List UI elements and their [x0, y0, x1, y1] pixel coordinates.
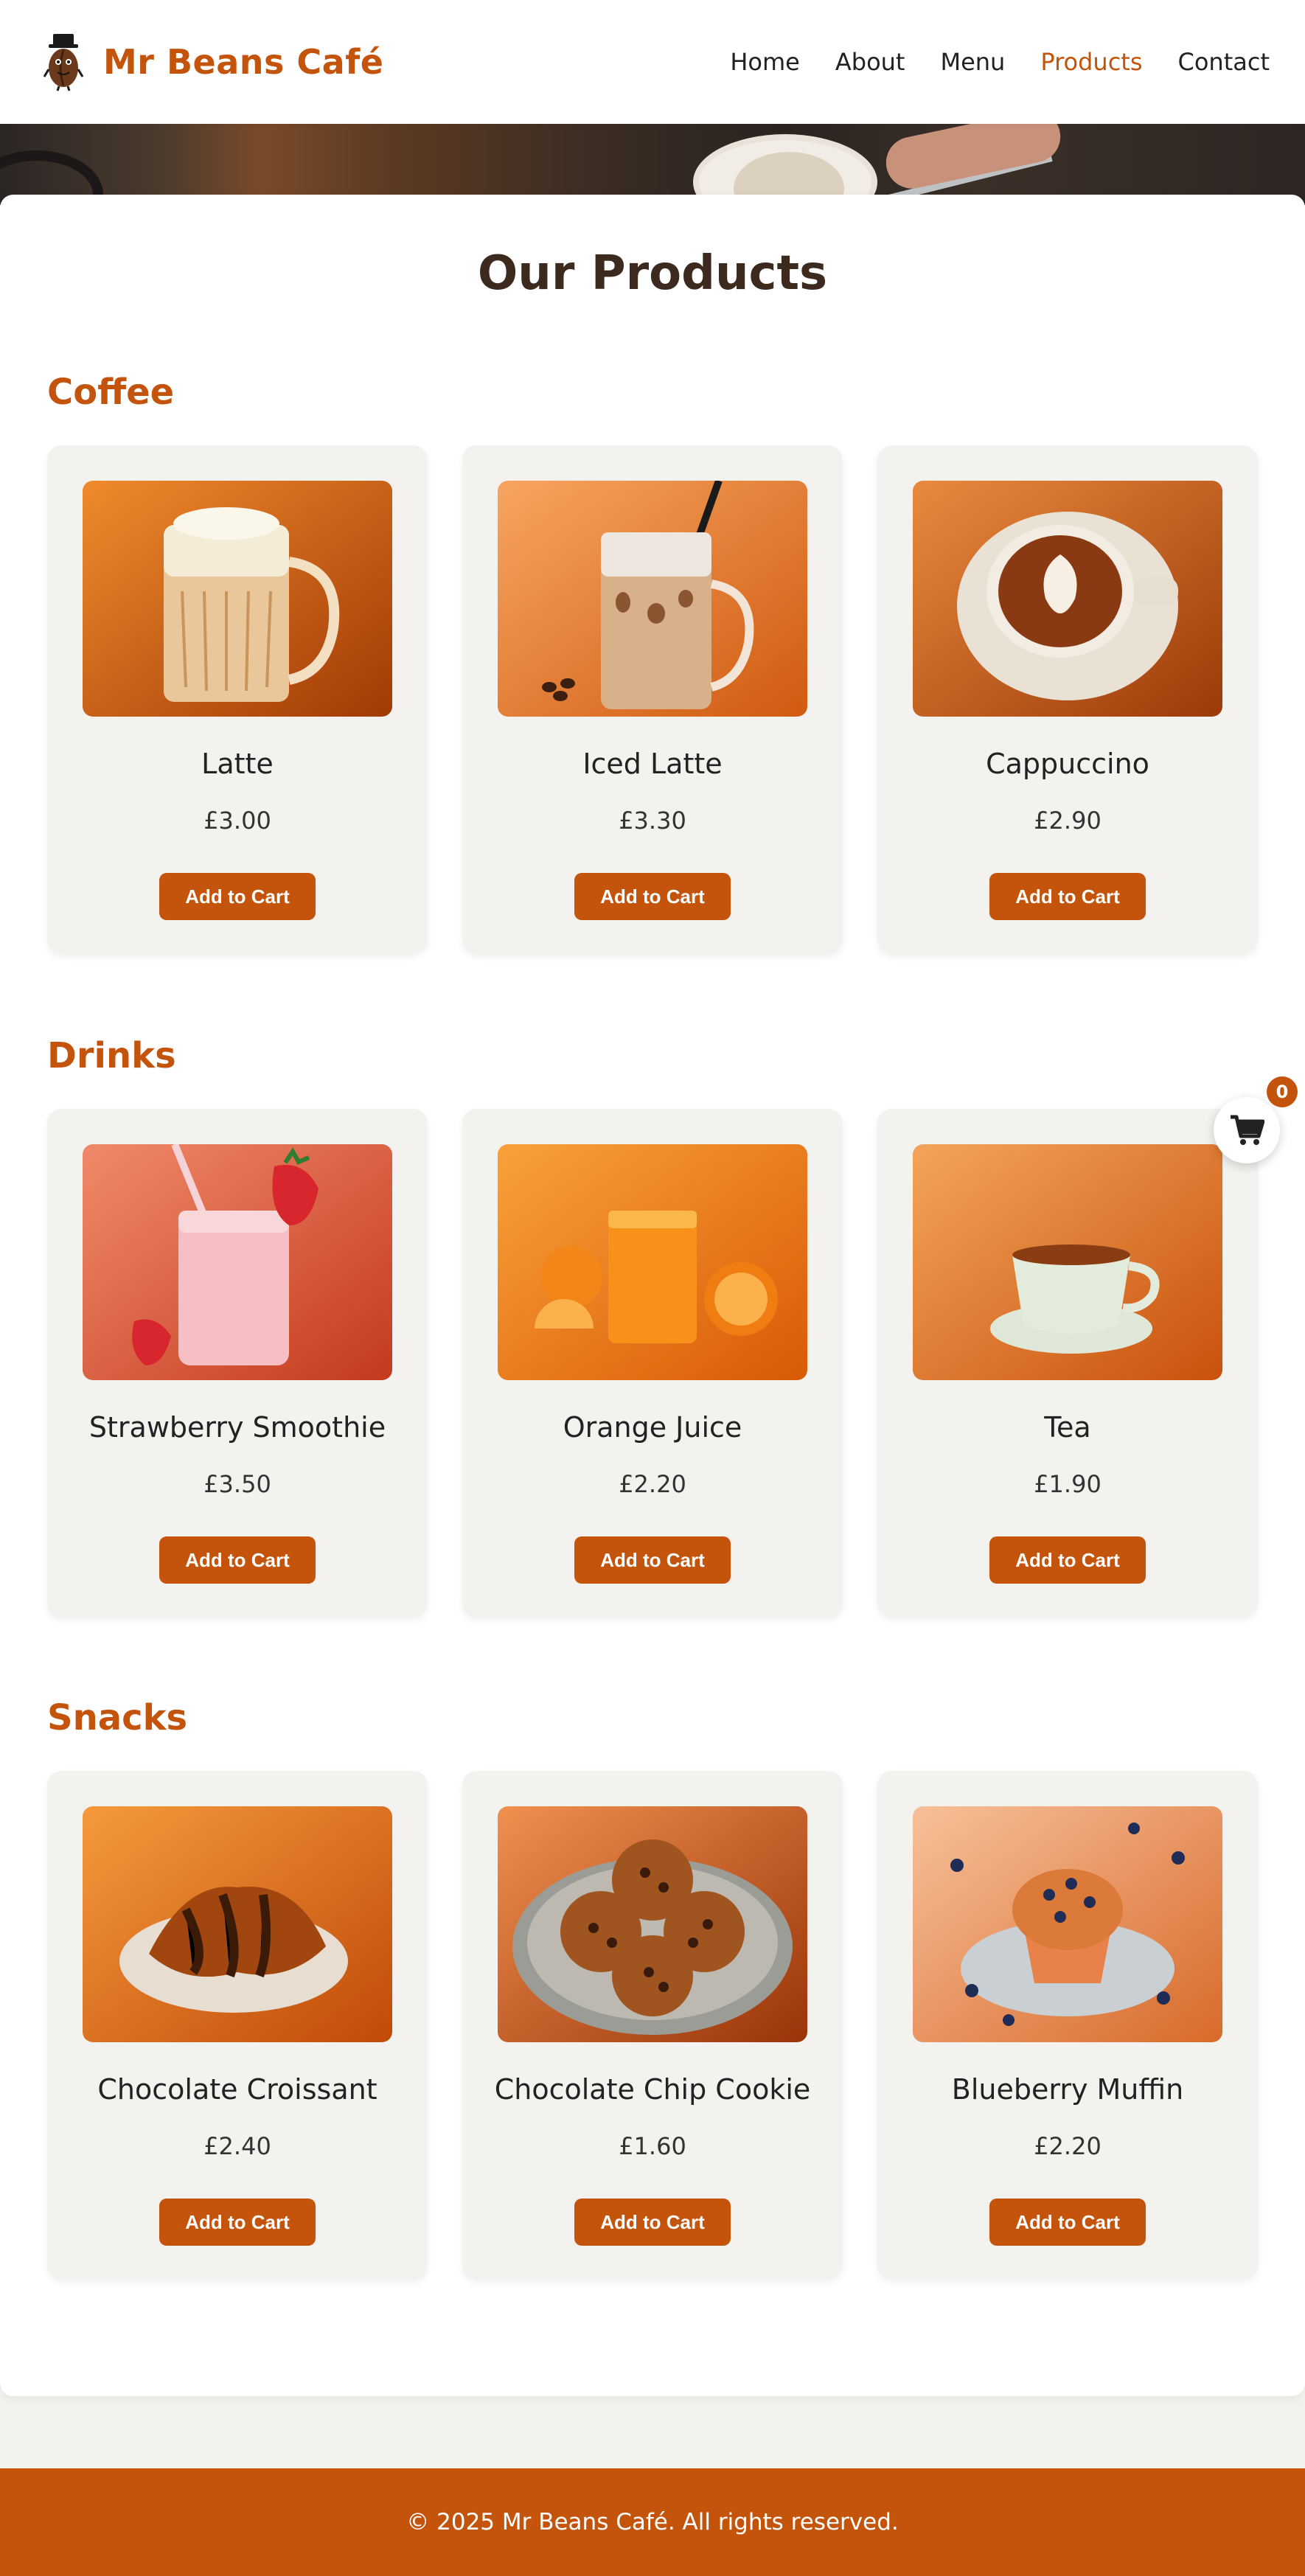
- site-footer: © 2025 Mr Beans Café. All rights reserve…: [0, 2468, 1305, 2576]
- product-name: Chocolate Croissant: [97, 2073, 377, 2106]
- blueberry-muffin-image: [913, 1806, 1222, 2042]
- product-price: £2.90: [1034, 807, 1102, 835]
- main-nav: Home About Menu Products Contact: [730, 48, 1270, 76]
- product-card-blueberry-muffin: Blueberry Muffin £2.20 Add to Cart: [877, 1771, 1258, 2280]
- latte-image: [83, 481, 392, 717]
- product-name: Latte: [201, 748, 274, 780]
- site-header: Mr Beans Café Home About Menu Products C…: [0, 0, 1305, 124]
- product-name: Strawberry Smoothie: [88, 1411, 386, 1444]
- footer-copyright: © 2025 Mr Beans Café. All rights reserve…: [406, 2509, 899, 2535]
- product-card-chocolate-croissant: Chocolate Croissant £2.40 Add to Cart: [47, 1771, 428, 2280]
- orange-juice-image: [498, 1144, 807, 1380]
- chocolate-chip-cookie-image: [498, 1806, 807, 2042]
- brand-name: Mr Beans Café: [103, 42, 384, 82]
- product-card-iced-latte: Iced Latte £3.30 Add to Cart: [462, 445, 843, 954]
- product-name: Iced Latte: [582, 748, 723, 780]
- products-panel: Our Products Coffee Latte £3.00 Add to C…: [0, 195, 1305, 2396]
- product-price: £3.50: [203, 1470, 271, 1498]
- nav-contact[interactable]: Contact: [1178, 48, 1270, 76]
- strawberry-smoothie-image: [83, 1144, 392, 1380]
- brand[interactable]: Mr Beans Café: [43, 32, 383, 91]
- cart-icon: [1231, 1115, 1264, 1145]
- add-to-cart-button[interactable]: Add to Cart: [989, 2199, 1146, 2246]
- nav-about[interactable]: About: [835, 48, 905, 76]
- product-card-tea: Tea £1.90 Add to Cart: [877, 1109, 1258, 1618]
- coffee-bean-mascot-logo: [43, 34, 84, 91]
- product-price: £3.30: [619, 807, 686, 835]
- add-to-cart-button[interactable]: Add to Cart: [989, 873, 1146, 920]
- add-to-cart-button[interactable]: Add to Cart: [989, 1536, 1146, 1584]
- product-name: Cappuccino: [986, 748, 1149, 780]
- add-to-cart-button[interactable]: Add to Cart: [159, 2199, 316, 2246]
- product-card-strawberry-smoothie: Strawberry Smoothie £3.50 Add to Cart: [47, 1109, 428, 1618]
- chocolate-croissant-image: [83, 1806, 392, 2042]
- product-price: £1.60: [619, 2132, 686, 2160]
- section-title-snacks: Snacks: [47, 1697, 188, 1738]
- tea-image: [913, 1144, 1222, 1380]
- cart-button[interactable]: [1214, 1097, 1280, 1163]
- section-title-coffee: Coffee: [47, 372, 175, 413]
- add-to-cart-button[interactable]: Add to Cart: [159, 873, 316, 920]
- product-name: Blueberry Muffin: [951, 2073, 1184, 2106]
- page-title: Our Products: [477, 246, 828, 301]
- product-price: £2.40: [203, 2132, 271, 2160]
- iced-latte-image: [498, 481, 807, 717]
- add-to-cart-button[interactable]: Add to Cart: [574, 2199, 731, 2246]
- product-name: Chocolate Chip Cookie: [494, 2073, 811, 2106]
- cart-count-badge: 0: [1267, 1076, 1298, 1107]
- nav-products[interactable]: Products: [1040, 48, 1142, 76]
- add-to-cart-button[interactable]: Add to Cart: [574, 873, 731, 920]
- nav-menu[interactable]: Menu: [940, 48, 1005, 76]
- product-card-latte: Latte £3.00 Add to Cart: [47, 445, 428, 954]
- product-price: £1.90: [1034, 1470, 1102, 1498]
- cappuccino-image: [913, 481, 1222, 717]
- product-price: £3.00: [203, 807, 271, 835]
- nav-home[interactable]: Home: [730, 48, 800, 76]
- section-title-drinks: Drinks: [47, 1035, 176, 1076]
- product-card-chocolate-chip-cookie: Chocolate Chip Cookie £1.60 Add to Cart: [462, 1771, 843, 2280]
- hero-banner-image: [0, 124, 1305, 205]
- product-name: Tea: [1044, 1411, 1091, 1444]
- add-to-cart-button[interactable]: Add to Cart: [574, 1536, 731, 1584]
- product-price: £2.20: [619, 1470, 686, 1498]
- add-to-cart-button[interactable]: Add to Cart: [159, 1536, 316, 1584]
- product-name: Orange Juice: [563, 1411, 742, 1444]
- product-price: £2.20: [1034, 2132, 1102, 2160]
- product-card-orange-juice: Orange Juice £2.20 Add to Cart: [462, 1109, 843, 1618]
- product-card-cappuccino: Cappuccino £2.90 Add to Cart: [877, 445, 1258, 954]
